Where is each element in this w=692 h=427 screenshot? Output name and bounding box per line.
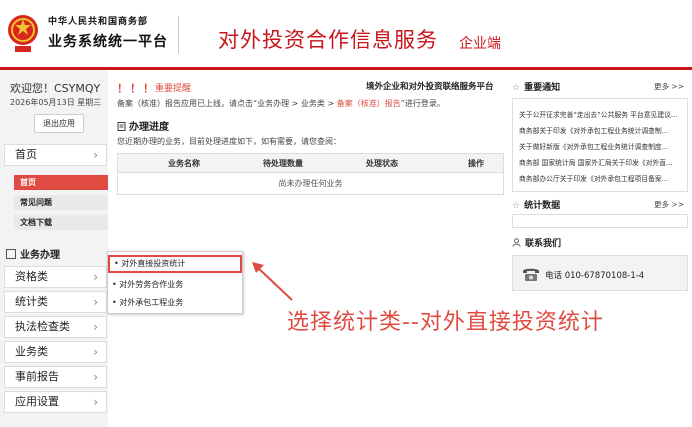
business-icon bbox=[6, 249, 16, 259]
sidebar-item-label: 首页 bbox=[15, 148, 37, 161]
notice-text: 备案（核准）报告应用已上线，请点击“业务办理 > 业务类 > 备案（核准）报告”… bbox=[117, 98, 445, 109]
sidebar-item-label: 业务类 bbox=[15, 345, 48, 358]
notices-header: ☆ 重要通知 更多 >> bbox=[512, 80, 688, 96]
bullet: • bbox=[112, 298, 117, 307]
logout-button[interactable]: 退出应用 bbox=[34, 114, 84, 133]
current-date: 2026年05月13日 星期三 bbox=[10, 98, 102, 107]
sidebar-item-statistics[interactable]: 统计类 › bbox=[4, 291, 107, 313]
notice-text-prefix: 备案（核准）报告应用已上线，请点击“业务办理 > 业务类 > bbox=[117, 99, 337, 108]
annotation-arrow-icon bbox=[252, 262, 293, 301]
progress-table: 业务名称 待处理数量 处理状态 操作 尚未办理任何业务 bbox=[117, 153, 504, 195]
chevron-right-icon: › bbox=[93, 148, 98, 162]
chevron-right-icon: › bbox=[93, 345, 98, 359]
sidebar-item-settings[interactable]: 应用设置 › bbox=[4, 391, 107, 413]
sidebar-item-qualification[interactable]: 资格类 › bbox=[4, 266, 107, 288]
chevron-right-icon: › bbox=[93, 320, 98, 334]
sidebar-item-label: 执法检查类 bbox=[15, 320, 70, 333]
more-notices-link[interactable]: 更多 >> bbox=[654, 81, 684, 92]
notices-title: 重要通知 bbox=[524, 83, 561, 93]
sidebar-item-enforcement[interactable]: 执法检查类 › bbox=[4, 316, 107, 338]
table-empty-message: 尚未办理任何业务 bbox=[278, 179, 343, 188]
column-header: 操作 bbox=[468, 159, 484, 168]
sidebar-item-business[interactable]: 业务类 › bbox=[4, 341, 107, 363]
chevron-right-icon: › bbox=[93, 370, 98, 384]
chevron-right-icon: › bbox=[93, 395, 98, 409]
bullet: • bbox=[112, 280, 117, 289]
menu-item-label: 对外直接投资统计 bbox=[121, 259, 186, 268]
telephone-icon bbox=[523, 268, 539, 281]
column-header: 处理状态 bbox=[366, 159, 398, 168]
sidebar-item-label: 应用设置 bbox=[15, 395, 59, 408]
bullet: • bbox=[114, 259, 119, 268]
sidebar-sub-downloads[interactable]: 文档下载 bbox=[14, 215, 108, 230]
progress-title-text: 办理进度 bbox=[129, 122, 169, 133]
annotation-text: 选择统计类--对外直接投资统计 bbox=[287, 310, 604, 335]
menu-item-label: 对外劳务合作业务 bbox=[119, 280, 184, 289]
national-emblem-icon bbox=[8, 15, 38, 52]
star-icon: ☆ bbox=[512, 201, 521, 211]
list-item[interactable]: 关于公开征求完善“走出去”公共服务 平台意见建议... bbox=[519, 109, 683, 119]
list-item[interactable]: 关于做好新版《对外承包工程业务统计调查制度... bbox=[519, 141, 683, 151]
document-icon bbox=[117, 122, 126, 131]
list-item[interactable]: 商务部办公厅关于印发《对外承包工程项目备案... bbox=[519, 173, 683, 183]
progress-desc: 您近期办理的业务，目前处理进度如下，如有需要，请您查阅： bbox=[117, 137, 341, 146]
chevron-right-icon: › bbox=[93, 270, 98, 284]
alert-marks: ！！！ bbox=[117, 82, 156, 95]
app-title: 对外投资合作信息服务 bbox=[218, 28, 438, 52]
contact-box: 电话 010-67870108-1-4 bbox=[512, 255, 688, 291]
stats-title: 统计数据 bbox=[524, 201, 561, 211]
sidebar-item-home[interactable]: 首页 › bbox=[4, 144, 107, 166]
contact-header: 联系我们 bbox=[512, 236, 688, 252]
stats-header: ☆ 统计数据 更多 >> bbox=[512, 198, 688, 214]
notice-banner[interactable]: 境外企业和对外投资联络服务平台 bbox=[366, 80, 494, 92]
contact-title: 联系我们 bbox=[525, 239, 562, 249]
welcome-text: 欢迎您！CSYMQY bbox=[10, 82, 101, 95]
stats-box bbox=[512, 214, 688, 228]
menu-item-labor-cooperation[interactable]: • 对外劳务合作业务 bbox=[112, 279, 183, 290]
column-header: 业务名称 bbox=[168, 159, 200, 168]
sidebar-item-label: 统计类 bbox=[15, 295, 48, 308]
person-icon bbox=[512, 238, 521, 247]
contact-phone: 电话 010-67870108-1-4 bbox=[545, 271, 645, 281]
list-item[interactable]: 商务部 国家统计局 国家外汇局关于印发《对外直... bbox=[519, 157, 683, 167]
star-icon: ☆ bbox=[512, 83, 521, 93]
app-header: 中华人民共和国商务部 业务系统统一平台 对外投资合作信息服务 企业端 bbox=[0, 0, 692, 70]
notice-text-suffix: ”进行登录。 bbox=[400, 99, 445, 108]
list-item[interactable]: 商务部关于印发《对外承包工程业务统计调查制... bbox=[519, 125, 683, 135]
sidebar-sub-home[interactable]: 首页 bbox=[14, 175, 108, 190]
sidebar-item-label: 事前报告 bbox=[15, 370, 59, 383]
section-label-text: 业务办理 bbox=[20, 250, 60, 261]
notice-title: 重要提醒 bbox=[155, 84, 192, 94]
progress-title: 办理进度 bbox=[117, 118, 169, 133]
ministry-name: 中华人民共和国商务部 bbox=[48, 17, 149, 27]
sidebar-item-label: 资格类 bbox=[15, 270, 48, 283]
sidebar-item-prior-report[interactable]: 事前报告 › bbox=[4, 366, 107, 388]
section-business: 业务办理 bbox=[6, 246, 60, 261]
notices-list: 关于公开征求完善“走出去”公共服务 平台意见建议... 商务部关于印发《对外承包… bbox=[512, 98, 688, 192]
notice-link[interactable]: 备案（核准）报告 bbox=[337, 99, 401, 108]
statistics-dropdown: • 对外直接投资统计 • 对外劳务合作业务 • 对外承包工程业务 bbox=[107, 251, 243, 314]
menu-item-label: 对外承包工程业务 bbox=[119, 298, 184, 307]
header-divider bbox=[178, 16, 179, 54]
menu-item-fdi-statistics[interactable]: • 对外直接投资统计 bbox=[108, 255, 242, 273]
chevron-right-icon: › bbox=[93, 295, 98, 309]
more-stats-link[interactable]: 更多 >> bbox=[654, 199, 684, 210]
table-header: 业务名称 待处理数量 处理状态 操作 bbox=[118, 154, 503, 173]
platform-name: 业务系统统一平台 bbox=[48, 34, 168, 50]
column-header: 待处理数量 bbox=[263, 159, 303, 168]
sidebar-sub-faq[interactable]: 常见问题 bbox=[14, 195, 108, 210]
menu-item-contract-engineering[interactable]: • 对外承包工程业务 bbox=[112, 297, 183, 308]
app-subtitle: 企业端 bbox=[459, 36, 501, 52]
